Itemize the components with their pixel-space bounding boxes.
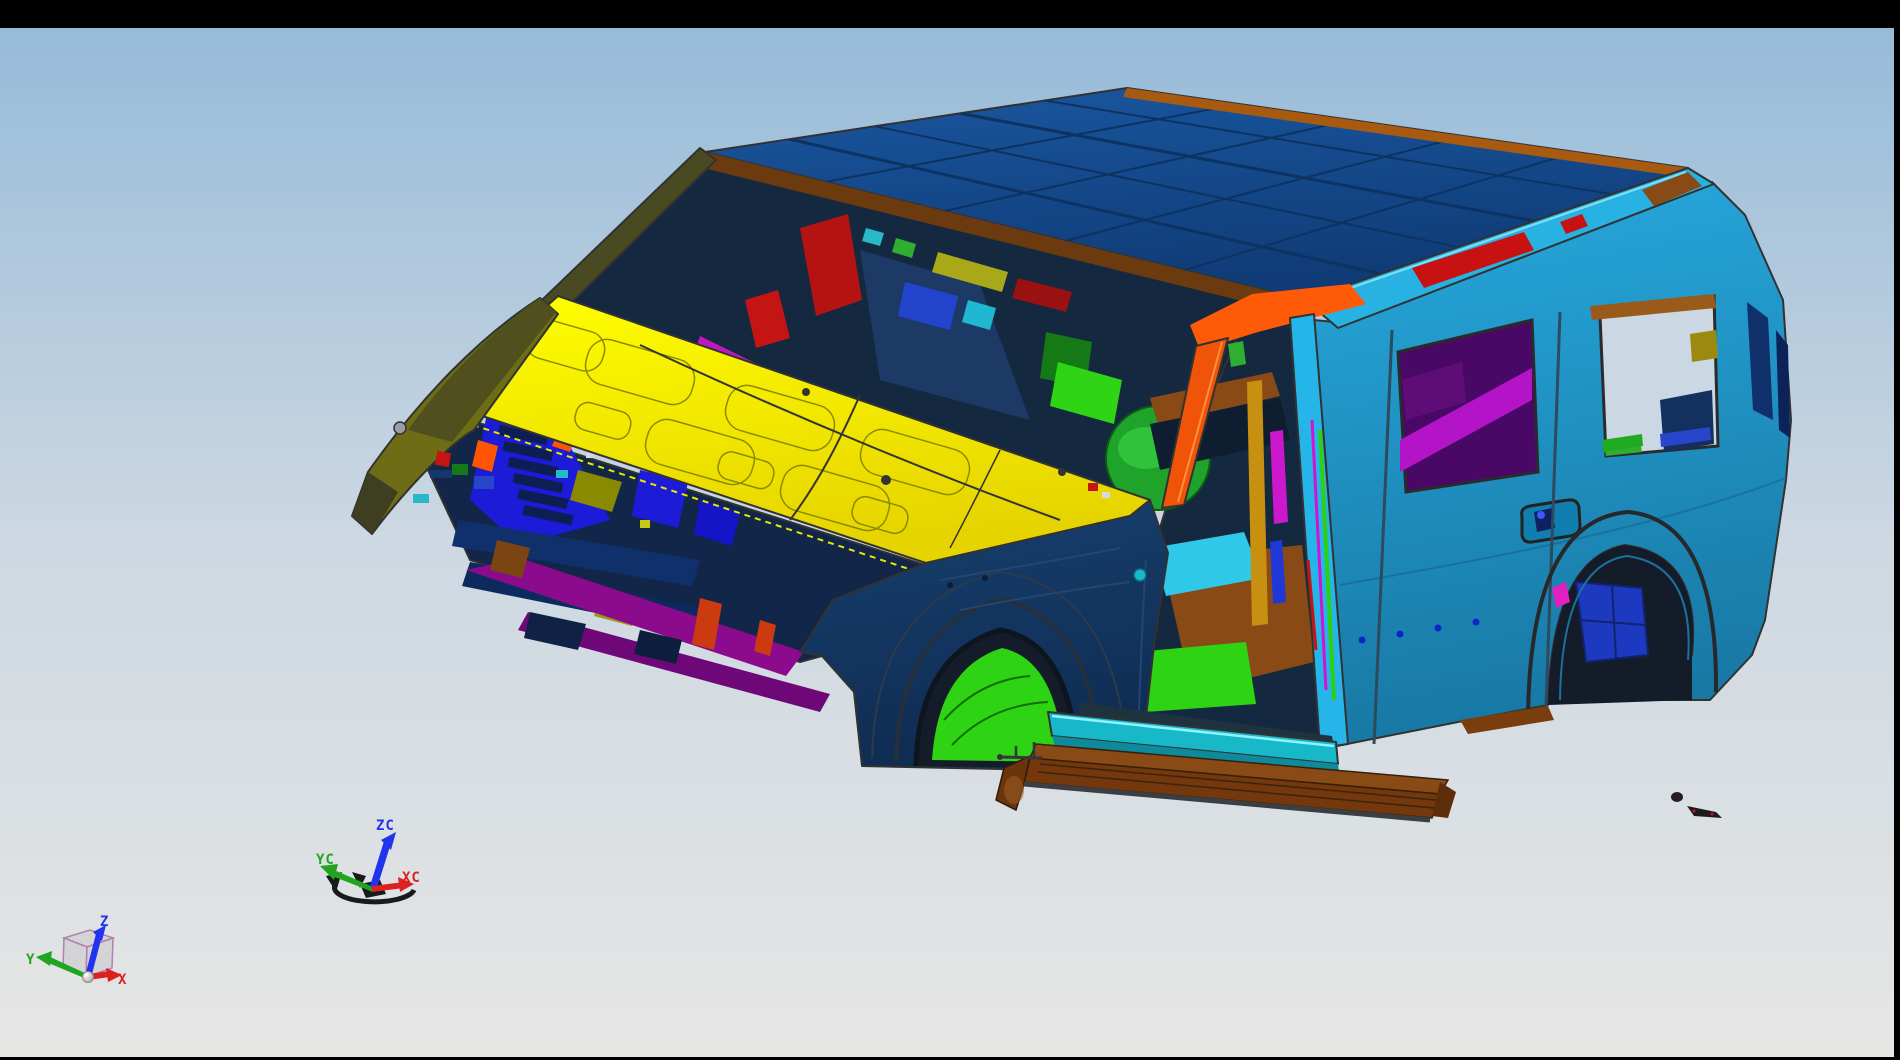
acs-z-label: Z: [100, 914, 109, 930]
csys-origin-sphere[interactable]: [83, 972, 94, 983]
spare-well-box[interactable]: [1576, 582, 1648, 662]
wcs-z-label: ZC: [376, 818, 395, 834]
rear-door-window-aperture[interactable]: [1398, 320, 1538, 492]
window-titlebar: [0, 0, 1900, 28]
acs-y-label: Y: [26, 952, 35, 968]
acs-x-label: X: [118, 972, 127, 988]
model-canvas[interactable]: ZC YC XC Z Y: [0, 28, 1894, 1057]
wcs-x-label: XC: [402, 870, 421, 886]
window-edge-right: [1894, 0, 1900, 1060]
wcs-y-label: YC: [316, 852, 335, 868]
cad-application-window: ZC YC XC Z Y: [0, 0, 1900, 1060]
graphics-viewport[interactable]: ZC YC XC Z Y: [0, 28, 1894, 1057]
